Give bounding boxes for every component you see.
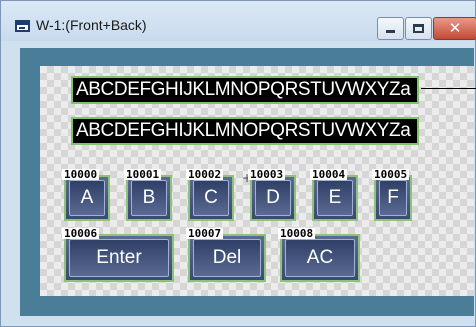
maximize-button[interactable] (405, 17, 432, 40)
key-address-label: 10005 (372, 168, 410, 181)
key-button-ac[interactable]: AC (280, 234, 360, 282)
key-label: E (328, 187, 342, 208)
key-label: F (387, 187, 399, 208)
key-button-d[interactable]: D (250, 175, 296, 221)
key-label: Del (212, 247, 242, 268)
key-button-f[interactable]: F (374, 175, 412, 221)
key-address-label: 10003 (248, 168, 286, 181)
key-label: D (266, 187, 280, 208)
key-address-label: 10004 (310, 168, 348, 181)
text-display-2[interactable]: ABCDEFGHIJKLMNOPQRSTUVWXYZa (71, 117, 419, 145)
minimize-icon (386, 30, 395, 33)
key-address-label: 10008 (278, 227, 316, 240)
key-label: A (80, 187, 94, 208)
key-address-label: 10001 (124, 168, 162, 181)
close-button[interactable]: ✕ (433, 17, 476, 40)
title-bar[interactable]: W-1:(Front+Back) ✕ (1, 1, 476, 41)
key-button-e[interactable]: E (312, 175, 358, 221)
key-address-label: 10002 (186, 168, 224, 181)
window-title: W-1:(Front+Back) (36, 17, 147, 33)
window-icon (15, 20, 30, 32)
key-label: Enter (96, 247, 142, 268)
key-label: C (204, 187, 218, 208)
key-button-enter[interactable]: Enter (64, 234, 174, 282)
key-label: B (142, 187, 156, 208)
key-address-label: 10006 (62, 227, 100, 240)
callout-line (421, 88, 476, 89)
text-display-1[interactable]: ABCDEFGHIJKLMNOPQRSTUVWXYZa (71, 76, 419, 104)
key-label: AC (306, 247, 334, 268)
key-button-c[interactable]: C (188, 175, 234, 221)
key-button-a[interactable]: A (64, 175, 110, 221)
key-address-label: 10007 (186, 227, 224, 240)
minimize-button[interactable] (377, 17, 404, 40)
key-address-label: 10000 (62, 168, 100, 181)
key-button-del[interactable]: Del (188, 234, 266, 282)
close-icon: ✕ (448, 19, 462, 37)
key-button-b[interactable]: B (126, 175, 172, 221)
maximize-icon (413, 24, 424, 33)
